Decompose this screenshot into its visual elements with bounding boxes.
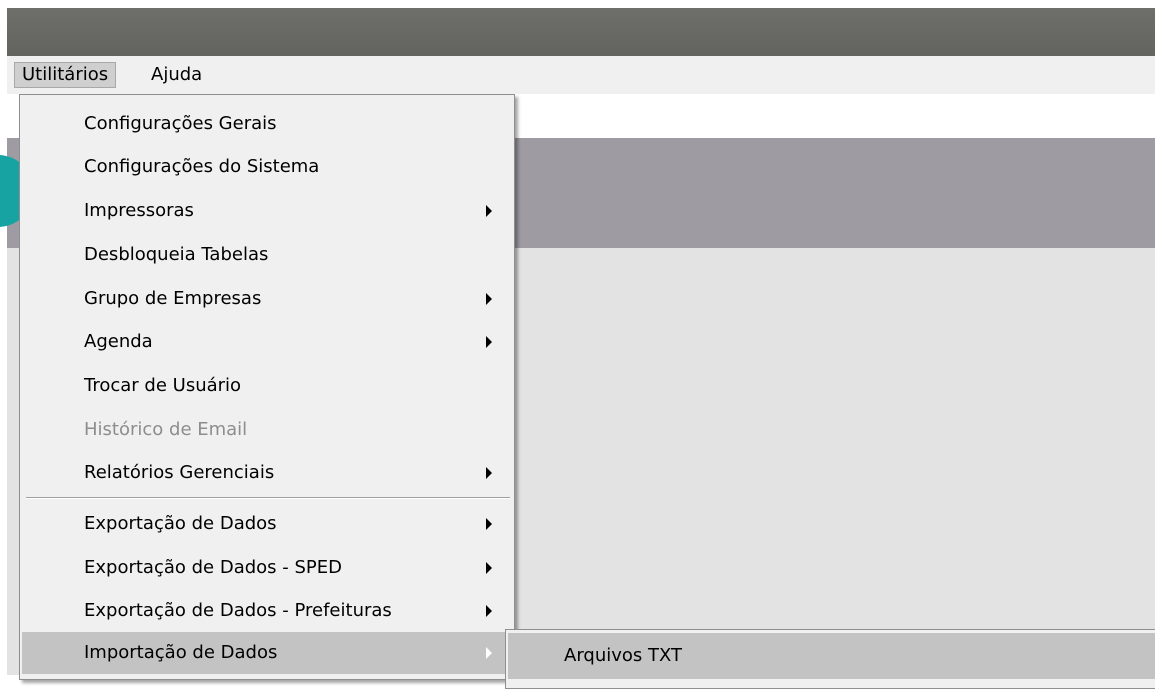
menu-item-label: Configurações do Sistema [84, 156, 320, 177]
menu-item-label: Agenda [84, 331, 153, 352]
submenu-item-label: Arquivos TXT [564, 645, 683, 666]
submenu-item-arquivos-txt[interactable]: Arquivos TXT [508, 633, 1155, 679]
menu-item-label: Trocar de Usuário [84, 375, 242, 396]
menu-item-importacao-de-dados[interactable]: Importação de Dados [22, 632, 512, 674]
submenu-arrow-icon [486, 336, 492, 348]
submenu-arrow-icon [486, 605, 492, 617]
menu-item-label: Desbloqueia Tabelas [84, 244, 269, 265]
menu-ajuda[interactable]: Ajuda [144, 62, 209, 88]
menu-item-label: Exportação de Dados - Prefeituras [84, 600, 392, 621]
submenu-arrow-icon [486, 562, 492, 574]
menu-item-label: Importação de Dados [84, 642, 278, 663]
menu-item-agenda[interactable]: Agenda [22, 321, 512, 363]
menu-item-trocar-de-usuario[interactable]: Trocar de Usuário [22, 365, 512, 407]
submenu-arrow-icon [486, 293, 492, 305]
menu-item-label: Grupo de Empresas [84, 288, 262, 309]
menu-utilitarios[interactable]: Utilitários [14, 62, 117, 88]
menu-item-historico-de-email: Histórico de Email [22, 409, 512, 451]
submenu-arrow-icon [486, 647, 492, 659]
importacao-submenu: Arquivos TXT [505, 629, 1155, 689]
window-titlebar [7, 8, 1155, 56]
menu-item-exportacao-de-dados[interactable]: Exportação de Dados [22, 503, 512, 545]
menu-item-grupo-de-empresas[interactable]: Grupo de Empresas [22, 278, 512, 320]
menu-item-configuracoes-gerais[interactable]: Configurações Gerais [22, 103, 512, 145]
menu-item-relatorios-gerenciais[interactable]: Relatórios Gerenciais [22, 452, 512, 494]
menu-item-label: Exportação de Dados [84, 513, 277, 534]
menu-item-label: Impressoras [84, 200, 194, 221]
menu-item-configuracoes-do-sistema[interactable]: Configurações do Sistema [22, 146, 512, 188]
menu-item-label: Exportação de Dados - SPED [84, 557, 342, 578]
menu-item-desbloqueia-tabelas[interactable]: Desbloqueia Tabelas [22, 234, 512, 276]
menu-item-label: Relatórios Gerenciais [84, 462, 275, 483]
menu-item-exportacao-de-dados-sped[interactable]: Exportação de Dados - SPED [22, 547, 512, 589]
menu-item-label: Configurações Gerais [84, 113, 277, 134]
menu-separator [26, 497, 510, 499]
menu-item-exportacao-de-dados-prefeituras[interactable]: Exportação de Dados - Prefeituras [22, 590, 512, 632]
submenu-arrow-icon [486, 518, 492, 530]
menu-bar: Utilitários Ajuda [7, 56, 1155, 94]
submenu-arrow-icon [486, 205, 492, 217]
menu-item-impressoras[interactable]: Impressoras [22, 190, 512, 232]
utilitarios-dropdown-menu: Configurações Gerais Configurações do Si… [19, 94, 515, 680]
submenu-arrow-icon [486, 467, 492, 479]
menu-item-label: Histórico de Email [84, 419, 248, 440]
